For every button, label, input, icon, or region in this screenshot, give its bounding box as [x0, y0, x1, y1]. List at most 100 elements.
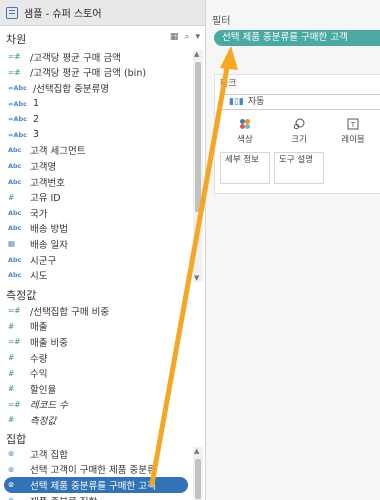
field-label: 고객 집합 [30, 449, 68, 461]
measures-title: 측정값 [6, 289, 37, 302]
field-item[interactable]: =# /고객당 평균 구매 금액 (bin) [0, 65, 192, 81]
field-label: 고유 ID [30, 193, 61, 205]
sets-scroll-thumb[interactable] [195, 459, 201, 499]
color-icon [240, 119, 250, 129]
field-item[interactable]: =Abc 3 [0, 127, 192, 143]
field-item[interactable]: Abc 고객명 [0, 158, 192, 174]
field-item[interactable]: =# 매출 비중 [0, 334, 192, 350]
field-item[interactable]: Abc 시군구 [0, 252, 192, 268]
field-item[interactable]: Abc 고객번호 [0, 174, 192, 190]
field-label: 배송 일자 [30, 239, 68, 251]
measures-header: 측정값 [0, 286, 205, 304]
field-label: 수익 [30, 369, 48, 381]
shelves-pane: 필터 선택 제품 중분류를 구매한 고객 마크 ▮▯▮ 자동 색상 크기 T 레이… [206, 0, 380, 500]
field-label: 시도 [30, 271, 48, 282]
set-icon: ⊗ [8, 480, 15, 490]
filter-pill[interactable]: 선택 제품 중분류를 구매한 고객 [214, 30, 380, 46]
color-mark-button[interactable]: 색상 [222, 118, 268, 145]
calculated-measure-icon: =# [8, 399, 21, 409]
field-item[interactable]: =# /선택집합 구매 비중 [0, 303, 192, 319]
field-label: 선택 고객이 구매한 제품 중분류 [30, 465, 156, 477]
grid-view-icon[interactable]: ▦ [170, 32, 179, 42]
field-label: /선택집합 구매 비중 [30, 306, 110, 318]
calculated-measure-icon: =# [8, 337, 21, 347]
field-label: 매출 [30, 322, 48, 334]
string-icon: Abc [8, 271, 22, 280]
field-item[interactable]: # 매출 [0, 319, 192, 335]
string-icon: Abc [8, 255, 22, 264]
mark-type-label: 자동 [247, 97, 265, 107]
calculated-string-icon: =Abc [8, 130, 27, 139]
field-item[interactable]: =Abc/선택집합 중분류명 [0, 80, 192, 96]
string-icon: Abc [8, 177, 22, 186]
detail-mark-button[interactable]: 세부 정보 [220, 152, 270, 184]
string-icon: Abc [8, 161, 22, 170]
field-label: 고객번호 [30, 177, 65, 189]
color-label: 색상 [237, 135, 253, 145]
number-icon: # [8, 321, 15, 331]
sets-scrollbar[interactable]: ▲ [193, 447, 203, 500]
field-label: 3 [32, 129, 40, 141]
label-mark-button[interactable]: T 레이블 [330, 118, 376, 145]
size-icon [293, 118, 305, 130]
scroll-up-icon[interactable]: ▲ [194, 50, 199, 58]
datasource-header[interactable]: 샘플 - 슈퍼 스토어 [0, 0, 205, 26]
scroll-thumb[interactable] [195, 62, 201, 212]
field-item[interactable]: ⊗ 고객 집합 [0, 446, 192, 462]
field-item[interactable]: =# 레코드 수 [0, 397, 192, 413]
tooltip-label: 도구 설명 [279, 155, 313, 165]
field-item[interactable]: ⊗ 선택 제품 중분류를 구매한 고객 [4, 477, 188, 493]
field-item[interactable]: # 측정값 [0, 412, 192, 428]
datasource-title: 샘플 - 슈퍼 스토어 [24, 9, 102, 20]
sets-scroll-up-icon[interactable]: ▲ [194, 447, 199, 455]
calculated-string-icon: =Abc [8, 99, 27, 108]
field-label: 선택 제품 중분류를 구매한 고객 [30, 480, 156, 492]
field-item[interactable]: =Abc 1 [0, 96, 192, 112]
field-label: 1 [32, 98, 40, 110]
field-item[interactable]: =Abc 2 [0, 111, 192, 127]
field-item[interactable]: Abc 국가 [0, 205, 192, 221]
string-icon: Abc [8, 208, 22, 217]
field-item[interactable]: # 할인율 [0, 381, 192, 397]
field-item[interactable]: Abc 시도 [0, 267, 192, 282]
field-label: 할인율 [30, 384, 57, 396]
sets-title: 집합 [6, 433, 27, 446]
marks-title: 마크 [220, 76, 237, 89]
field-item[interactable]: ⊗ 선택 고객이 구매한 제품 중분류 [0, 462, 192, 478]
number-icon: # [8, 192, 15, 202]
field-item[interactable]: Abc 배송 방법 [0, 221, 192, 237]
dropdown-icon[interactable]: ▾ [195, 32, 200, 42]
set-icon: ⊗ [8, 496, 24, 500]
field-label: 국가 [30, 208, 48, 220]
filters-title: 필터 [212, 16, 231, 27]
dimensions-scrollbar[interactable]: ▲ ▼ [193, 50, 203, 282]
bar-chart-icon: ▮▯▮ [229, 97, 244, 107]
string-icon: Abc [8, 224, 22, 233]
measures-list: =# /선택집합 구매 비중 # 매출 =# 매출 비중 # 수량 # 수익 # 할인율 =# 레코드 수… [0, 303, 192, 430]
tooltip-mark-button[interactable]: 도구 설명 [274, 152, 324, 184]
field-item[interactable]: # 수량 [0, 350, 192, 366]
field-label: 배송 방법 [30, 224, 68, 236]
field-item[interactable]: Abc 고객 세그먼트 [0, 143, 192, 159]
data-pane: 샘플 - 슈퍼 스토어 차원 ▦ ⌕ ▾ =# /고객당 평균 구매 금액 =# /고… [0, 0, 206, 500]
field-item[interactable]: # 고유 ID [0, 189, 192, 205]
detail-label: 세부 정보 [225, 155, 259, 165]
dimensions-header: 차원 ▦ ⌕ ▾ [0, 30, 205, 48]
scroll-down-icon[interactable]: ▼ [194, 274, 199, 282]
field-label: 고객 세그먼트 [30, 146, 86, 158]
dimensions-list: =#/고객당 평균 구매 금액 =#/고객당 평균 구매 금액 (bin) =Abc… [0, 49, 192, 282]
datasource-icon [6, 6, 18, 19]
sets-list: ⊗ 고객 집합 ⊗ 선택 고객이 구매한 제품 중분류 ⊗ 선택 제품 중분류를 구매한 … [0, 446, 192, 500]
search-icon[interactable]: ⌕ [184, 32, 189, 42]
field-label: 측정값 [30, 415, 57, 427]
mark-type-dropdown[interactable]: ▮▯▮ 자동 [220, 94, 380, 110]
size-mark-button[interactable]: 크기 [276, 118, 322, 145]
field-label: 매출 비중 [30, 337, 68, 349]
field-label: 레코드 수 [30, 400, 68, 412]
string-icon: Abc [8, 146, 22, 155]
field-label: 시군구 [30, 255, 57, 267]
field-item[interactable]: =# /고객당 평균 구매 금액 [0, 49, 192, 65]
field-item[interactable]: ▦ 배송 일자 [0, 236, 192, 252]
field-item[interactable]: # 수익 [0, 365, 192, 381]
field-item[interactable]: ⊗ 제품 중분류 집합 [0, 493, 192, 500]
